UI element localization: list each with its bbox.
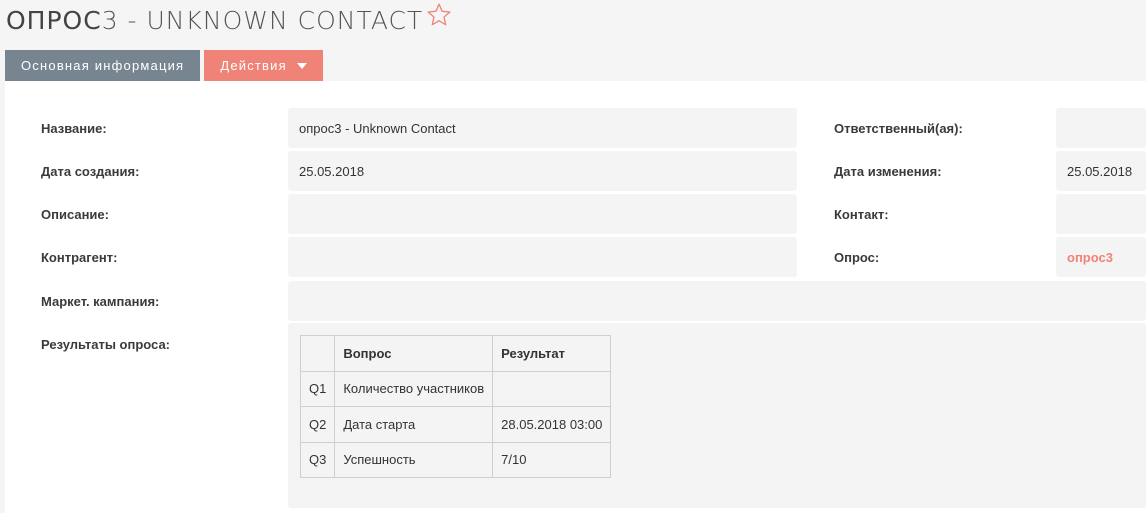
description-label: Описание: xyxy=(41,207,109,222)
survey-link[interactable]: опрос3 xyxy=(1056,237,1146,277)
table-row: Q3 Успешность 7/10 xyxy=(299,441,612,478)
contact-label: Контакт: xyxy=(834,207,889,222)
caret-down-icon xyxy=(296,62,307,69)
actions-dropdown-button[interactable]: Действия xyxy=(204,50,323,81)
row-question: Количество участников xyxy=(334,370,494,407)
results-table: Вопрос Результат Q1 Количество участнико… xyxy=(299,335,612,478)
modified-label: Дата изменения: xyxy=(834,164,942,179)
tab-main-info-label: Основная информация xyxy=(21,58,185,73)
row-number: Q2 xyxy=(299,406,336,443)
row-number: Q3 xyxy=(299,441,336,478)
account-label: Контрагент: xyxy=(41,250,118,265)
row-result: 28.05.2018 03:00 xyxy=(492,406,612,443)
tab-main-info[interactable]: Основная информация xyxy=(5,50,201,81)
star-outline-icon[interactable] xyxy=(426,2,452,28)
row-result: 7/10 xyxy=(492,441,612,478)
tab-bar: Основная информация Действия xyxy=(5,50,323,81)
modified-value: 25.05.2018 xyxy=(1067,163,1133,179)
row-question: Успешность xyxy=(334,441,494,478)
column-header-number xyxy=(299,335,336,372)
results-label: Результаты опроса: xyxy=(41,337,171,352)
row-number: Q1 xyxy=(299,370,336,407)
survey-label: Опрос: xyxy=(834,250,880,265)
page-header: ОПРОС3 - UNKNOWN CONTACT xyxy=(6,2,452,38)
campaign-field[interactable] xyxy=(288,281,1146,321)
created-field[interactable]: 25.05.2018 xyxy=(288,151,797,191)
table-row: Q1 Количество участников xyxy=(299,370,612,407)
contact-field[interactable] xyxy=(1056,194,1146,234)
row-question: Дата старта xyxy=(334,406,494,443)
created-label: Дата создания: xyxy=(41,164,140,179)
assigned-label: Ответственный(ая): xyxy=(834,121,963,136)
survey-value: опрос3 xyxy=(1067,249,1113,265)
description-field[interactable] xyxy=(288,194,797,234)
page-title: ОПРОС3 - UNKNOWN CONTACT xyxy=(6,6,424,35)
assigned-field[interactable] xyxy=(1056,108,1146,148)
column-header-result: Результат xyxy=(492,335,612,372)
account-field[interactable] xyxy=(288,237,797,277)
table-header-row: Вопрос Результат xyxy=(299,335,612,372)
results-field: Вопрос Результат Q1 Количество участнико… xyxy=(288,323,1146,508)
name-label: Название: xyxy=(41,121,107,136)
column-header-question: Вопрос xyxy=(334,335,494,372)
name-value: опрос3 - Unknown Contact xyxy=(299,120,456,136)
created-value: 25.05.2018 xyxy=(299,163,365,179)
campaign-label: Маркет. кампания: xyxy=(41,294,160,309)
detail-panel: Название: опрос3 - Unknown Contact Дата … xyxy=(5,81,1146,513)
table-row: Q2 Дата старта 28.05.2018 03:00 xyxy=(299,406,612,443)
modified-field[interactable]: 25.05.2018 xyxy=(1056,151,1146,191)
actions-label: Действия xyxy=(220,58,287,73)
name-field[interactable]: опрос3 - Unknown Contact xyxy=(288,108,797,148)
row-result xyxy=(492,370,612,407)
